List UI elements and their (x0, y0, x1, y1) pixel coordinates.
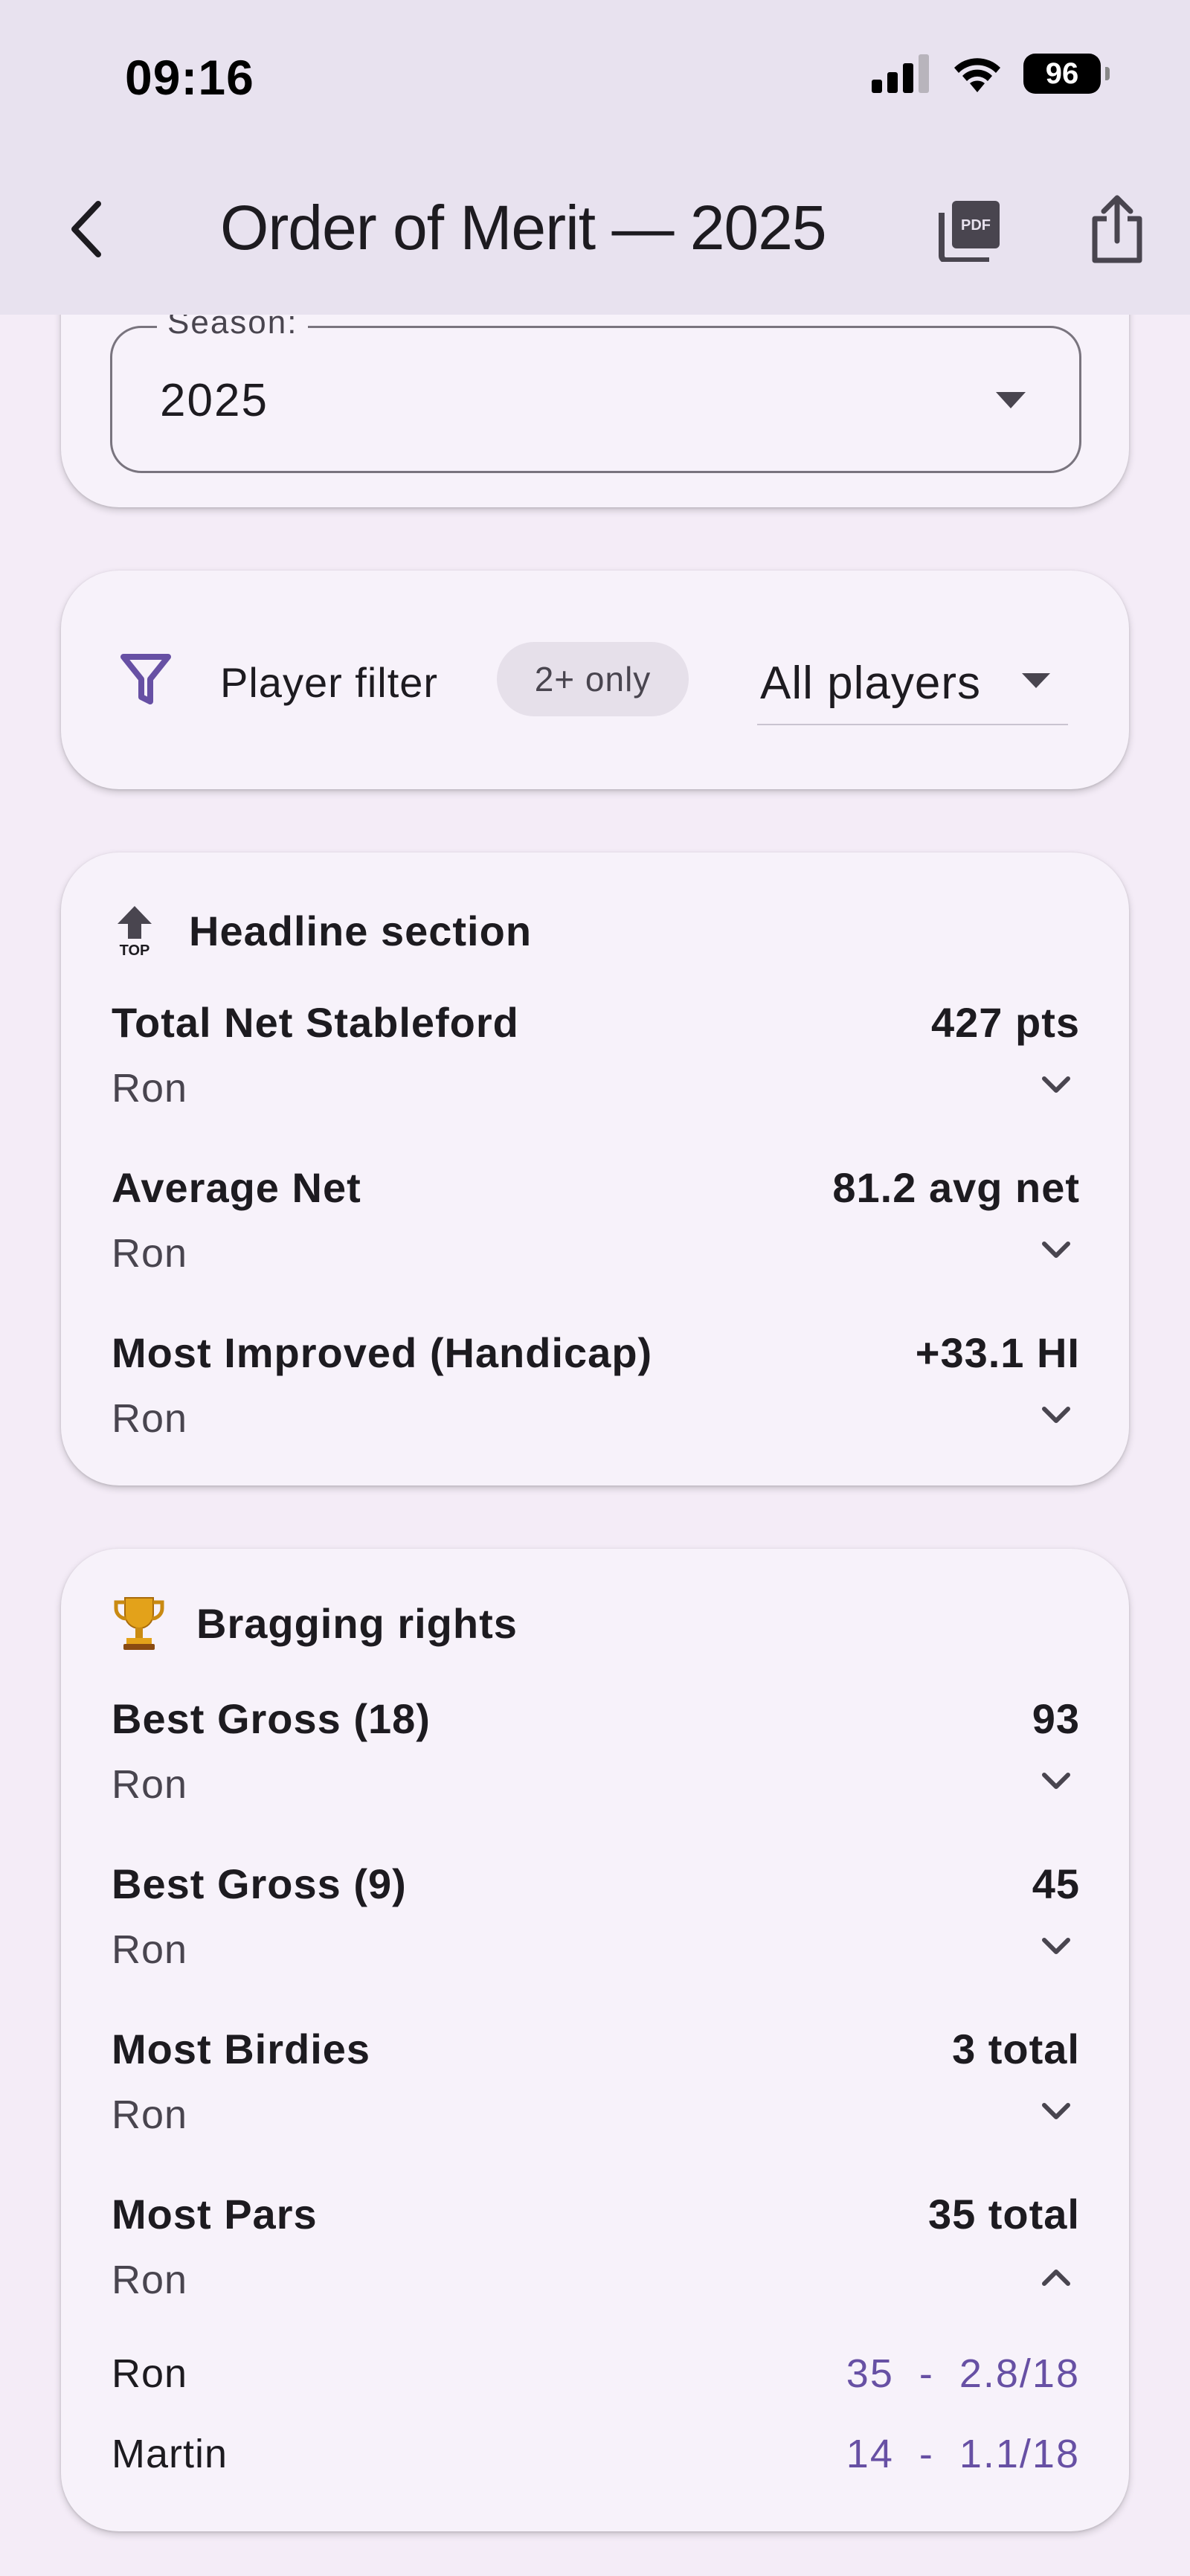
wifi-icon (954, 58, 1000, 92)
stat-value: +33.1 HI (915, 1329, 1080, 1376)
battery-indicator: 96 (1023, 54, 1110, 94)
filter-icon (120, 654, 171, 704)
player-select-value: All players (760, 658, 981, 709)
player-filter-card: Player filter 2+ only All players (61, 571, 1129, 789)
chevron-down-icon[interactable] (1041, 2102, 1071, 2121)
chevron-up-icon[interactable] (1041, 2267, 1071, 2287)
stat-value: 81.2 avg net (832, 1164, 1080, 1211)
status-icons: 96 (872, 54, 1110, 94)
svg-text:TOP: TOP (120, 942, 150, 957)
stat-value: 427 pts (931, 999, 1080, 1046)
headline-section-card: TOP Headline section Total Net Stablefor… (61, 852, 1129, 1485)
page-title: Order of Merit — 2025 (220, 193, 827, 263)
two-plus-only-chip[interactable]: 2+ only (497, 642, 689, 716)
stat-value: 45 (1032, 1860, 1080, 1907)
chevron-down-icon[interactable] (1041, 1241, 1071, 1260)
season-dropdown[interactable]: Season: 2025 (110, 304, 1081, 473)
stat-value: 3 total (952, 2026, 1080, 2072)
detail-row: Ron 35 - 2.8/18 (112, 2351, 1080, 2403)
status-time: 09:16 (125, 50, 254, 105)
chevron-down-icon[interactable] (1041, 1772, 1071, 1791)
stat-label: Most Birdies (112, 2026, 371, 2072)
stat-label: Total Net Stableford (112, 999, 519, 1046)
stat-player: Ron (112, 1231, 188, 1276)
stat-label: Best Gross (9) (112, 1860, 407, 1907)
stat-player: Ron (112, 2258, 188, 2302)
stat-label: Most Pars (112, 2191, 318, 2238)
dropdown-arrow-icon (996, 392, 1026, 408)
headline-section-header: TOP Headline section (113, 905, 532, 957)
bragging-rights-title: Bragging rights (196, 1599, 518, 1647)
detail-value: 14 - 1.1/18 (846, 2432, 1080, 2476)
stat-value: 93 (1032, 1695, 1080, 1742)
season-value: 2025 (160, 375, 268, 426)
chevron-down-icon[interactable] (1041, 1076, 1071, 1095)
dropdown-arrow-icon (1022, 673, 1050, 688)
share-icon[interactable] (1089, 192, 1145, 266)
stat-player: Ron (112, 1762, 188, 1807)
stat-player: Ron (112, 1927, 188, 1972)
trophy-icon (114, 1597, 164, 1650)
signal-icon (872, 54, 929, 93)
stat-label: Most Improved (Handicap) (112, 1329, 653, 1376)
detail-player: Ron (112, 2351, 188, 2396)
detail-player: Martin (112, 2432, 228, 2476)
player-filter-label: Player filter (220, 659, 439, 706)
chevron-down-icon[interactable] (1041, 1937, 1071, 1956)
stat-label: Average Net (112, 1164, 361, 1211)
detail-row: Martin 14 - 1.1/18 (112, 2431, 1080, 2483)
bragging-rights-header: Bragging rights (113, 1595, 518, 1651)
headline-section-title: Headline section (189, 907, 533, 954)
stat-value: 35 total (927, 2191, 1080, 2238)
pdf-icon[interactable]: PDF (939, 198, 1003, 262)
stat-player: Ron (112, 2092, 188, 2137)
player-select[interactable]: All players (757, 635, 1068, 725)
stat-player: Ron (112, 1066, 188, 1111)
svg-text:PDF: PDF (961, 217, 991, 234)
back-arrow-icon[interactable] (62, 195, 113, 263)
stat-label: Best Gross (18) (112, 1695, 431, 1742)
chevron-down-icon[interactable] (1041, 1406, 1071, 1425)
bragging-rights-card: Bragging rights Best Gross (18) 93 Ron B… (61, 1549, 1129, 2531)
stat-player: Ron (112, 1396, 188, 1441)
detail-value: 35 - 2.8/18 (846, 2351, 1080, 2396)
battery-level: 96 (1023, 54, 1101, 94)
top-arrow-icon: TOP (118, 906, 152, 957)
app-bar: 09:16 96 Order of Merit — 2025 PDF (0, 0, 1190, 315)
